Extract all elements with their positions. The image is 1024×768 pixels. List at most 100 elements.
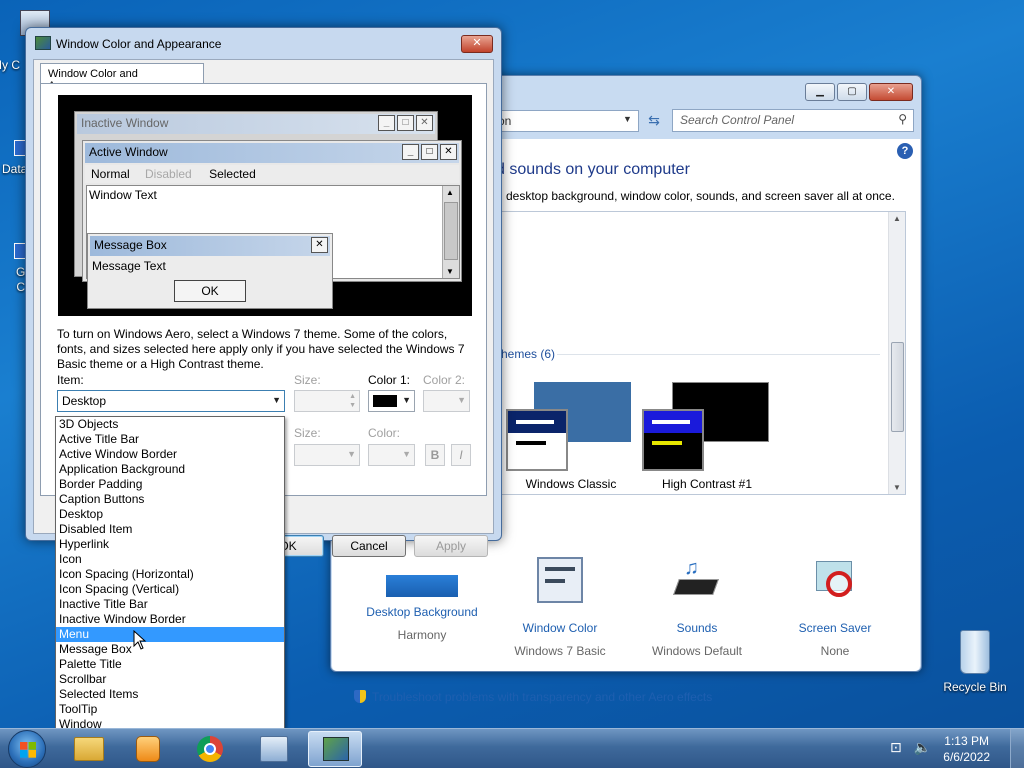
sounds-link[interactable]: ♫ Sounds Windows Default	[633, 557, 761, 658]
appearance-preview: Inactive Window _ □ ✕ Active Window _ □ …	[58, 95, 472, 316]
item-option[interactable]: Selected Items	[56, 687, 284, 702]
desktop-icon-recycle-bin[interactable]: Recycle Bin	[937, 630, 1013, 694]
volume-icon[interactable]: 🔈	[914, 739, 931, 755]
chevron-down-icon[interactable]: ▼	[623, 114, 632, 124]
color2-picker[interactable]: ▼	[423, 390, 470, 412]
chevron-down-icon: ▼	[402, 449, 411, 459]
preview-message-box: Message Box ✕ Message Text OK	[87, 233, 333, 309]
cancel-button[interactable]: Cancel	[332, 535, 406, 557]
font-size-select[interactable]: ▼	[294, 444, 360, 466]
taskbar-window-color[interactable]	[308, 731, 362, 767]
close-button[interactable]: ✕	[869, 83, 913, 101]
screen-saver-link[interactable]: Screen Saver None	[771, 561, 899, 658]
preview-ok-label: OK	[201, 284, 219, 298]
preview-inactive-title: Inactive Window	[81, 116, 169, 130]
size-stepper[interactable]: ▲ ▼	[294, 390, 360, 412]
taskbar-explorer[interactable]	[62, 731, 116, 767]
tab-window-color-and-appearance[interactable]: Window Color and Appearance	[40, 63, 204, 92]
sounds-icon: ♫	[673, 557, 720, 603]
maximize-button[interactable]: ▢	[837, 83, 867, 101]
item-option[interactable]: Border Padding	[56, 477, 284, 492]
item-title: Desktop Background	[366, 605, 478, 619]
recycle-bin-icon	[960, 630, 990, 674]
network-icon[interactable]: ⊡	[890, 739, 902, 755]
item-option[interactable]: Inactive Title Bar	[56, 597, 284, 612]
item-label: Item:	[57, 373, 84, 387]
desktop-icon-label: My C	[0, 58, 20, 72]
search-icon[interactable]: ⚲	[898, 112, 907, 126]
item-option[interactable]: Icon	[56, 552, 284, 567]
item-option[interactable]: Application Background	[56, 462, 284, 477]
theme-thumbnail-window	[642, 409, 704, 471]
desktop-background-link[interactable]: Desktop Background Harmony	[358, 575, 486, 642]
search-input[interactable]: Search Control Panel ⚲	[672, 109, 914, 132]
apply-label: Apply	[435, 539, 467, 553]
start-button[interactable]	[8, 730, 46, 768]
preview-menu-normal: Normal	[91, 167, 130, 181]
clock[interactable]: 1:13 PM 6/6/2022	[943, 733, 990, 765]
theme-group-label: hemes (6)	[501, 347, 556, 361]
minimize-icon: _	[378, 115, 395, 131]
taskbar: ⊡ 🔈 1:13 PM 6/6/2022	[0, 728, 1024, 768]
address-bar[interactable]: on	[491, 110, 639, 132]
close-button[interactable]: ✕	[461, 35, 493, 53]
italic-button[interactable]: I	[451, 444, 471, 466]
show-desktop-button[interactable]	[1010, 729, 1024, 768]
chevron-down-icon: ▼	[457, 395, 466, 405]
help-icon[interactable]: ?	[897, 143, 913, 159]
item-option[interactable]: Active Window Border	[56, 447, 284, 462]
color1-picker[interactable]: ▼	[368, 390, 415, 412]
shield-icon	[354, 690, 366, 703]
item-option[interactable]: ToolTip	[56, 702, 284, 717]
close-icon: ✕	[311, 237, 328, 253]
scroll-up-icon[interactable]: ▲	[893, 214, 901, 223]
item-option[interactable]: Hyperlink	[56, 537, 284, 552]
item-subtitle: Windows 7 Basic	[514, 644, 606, 658]
item-option[interactable]: Icon Spacing (Horizontal)	[56, 567, 284, 582]
item-subtitle: None	[820, 644, 850, 658]
font-color-picker[interactable]: ▼	[368, 444, 415, 466]
display-settings-icon	[323, 737, 349, 761]
bold-button[interactable]: B	[425, 444, 445, 466]
item-select-value: Desktop	[62, 394, 107, 408]
item-option[interactable]: Caption Buttons	[56, 492, 284, 507]
item-select[interactable]: Desktop ▼	[57, 390, 285, 412]
item-option[interactable]: Disabled Item	[56, 522, 284, 537]
item-option[interactable]: Scrollbar	[56, 672, 284, 687]
close-icon: ✕	[440, 144, 457, 160]
page-description: desktop background, window color, sounds…	[506, 189, 895, 203]
item-option[interactable]: Inactive Window Border	[56, 612, 284, 627]
item-option[interactable]: Menu	[56, 627, 284, 642]
window-color-link[interactable]: Window Color Windows 7 Basic	[496, 557, 624, 658]
search-placeholder: Search Control Panel	[680, 113, 795, 127]
scrollbar-thumb[interactable]	[891, 342, 904, 432]
item-option[interactable]: 3D Objects	[56, 417, 284, 432]
control-panel-icon	[260, 736, 288, 762]
troubleshoot-link[interactable]: Troubleshoot problems with transparency …	[354, 690, 712, 704]
item-option[interactable]: Palette Title	[56, 657, 284, 672]
aero-description: To turn on Windows Aero, select a Window…	[57, 327, 465, 371]
item-title: Screen Saver	[798, 621, 872, 635]
chevron-down-icon: ▼	[347, 449, 356, 459]
color2-label: Color 2:	[423, 373, 466, 387]
item-dropdown-list[interactable]: 3D Objects Active Title Bar Active Window …	[55, 416, 285, 734]
item-option[interactable]: Message Box	[56, 642, 284, 657]
taskbar-chrome[interactable]	[184, 731, 238, 767]
refresh-icon[interactable]: ⇆	[643, 110, 665, 132]
preview-active-title-bar: Active Window _ □ ✕	[85, 143, 459, 163]
taskbar-media-player[interactable]	[122, 731, 176, 767]
preview-menu-selected: Selected	[209, 167, 256, 181]
taskbar-control-panel[interactable]	[247, 731, 301, 767]
desktop-background-icon	[386, 575, 458, 597]
theme-list: hemes (6) Windows Classic High Contrast …	[496, 211, 906, 495]
item-option[interactable]: Desktop	[56, 507, 284, 522]
item-subtitle: Harmony	[397, 628, 447, 642]
minimize-button[interactable]: ▁	[805, 83, 835, 101]
scroll-down-icon[interactable]: ▼	[893, 483, 901, 492]
preview-window-text: Window Text	[89, 188, 157, 202]
apply-button[interactable]: Apply	[414, 535, 488, 557]
scrollbar[interactable]: ▲ ▼	[888, 212, 905, 494]
item-option[interactable]: Active Title Bar	[56, 432, 284, 447]
chrome-icon	[197, 736, 223, 762]
item-option[interactable]: Icon Spacing (Vertical)	[56, 582, 284, 597]
